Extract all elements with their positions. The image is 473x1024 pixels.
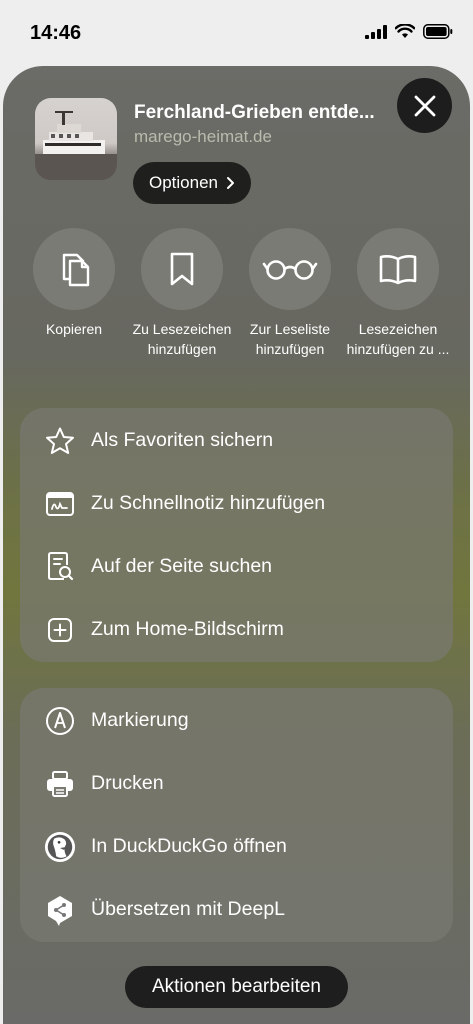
- page-domain: marego-heimat.de: [134, 127, 272, 146]
- bookmark-action-circle[interactable]: [141, 228, 223, 310]
- deepl-icon: [48, 895, 72, 926]
- copy-action-circle[interactable]: [33, 228, 115, 310]
- add-bookmark-to-action[interactable]: Lesezeichen hinzufügen zu ...: [344, 228, 452, 359]
- quicknote-icon-wrap: [44, 488, 76, 520]
- copy-action[interactable]: Kopieren: [20, 228, 128, 339]
- menu-item-print[interactable]: Drucken: [20, 752, 453, 815]
- bookmark-label: Zu Lesezeichen hinzufügen: [132, 321, 232, 357]
- close-icon: [414, 95, 435, 116]
- chevron-right-icon: [227, 177, 234, 189]
- menu-item-duckduckgo[interactable]: In DuckDuckGo öffnen: [20, 815, 453, 878]
- menu-group-extensions: Markierung Drucken In DuckDuckGo öffnen …: [20, 688, 453, 942]
- menu-item-deepl-label: Übersetzen mit DeepL: [91, 898, 286, 920]
- printer-icon-wrap: [44, 768, 76, 800]
- action-row: Kopieren Zu Lesezeichen hinzufügen Zur L…: [3, 228, 470, 388]
- markup-icon-wrap: [44, 705, 76, 737]
- cellular-signal-icon: [365, 24, 387, 39]
- status-bar: 14:46: [0, 0, 473, 60]
- find-on-page-icon: [48, 551, 74, 580]
- menu-item-quicknote-label: Zu Schnellnotiz hinzufügen: [91, 492, 326, 514]
- markup-icon: [46, 706, 74, 735]
- menu-group-primary: Als Favoriten sichern Zu Schnellnotiz hi…: [20, 408, 453, 662]
- star-icon-wrap: [44, 425, 76, 457]
- menu-item-home-screen-label: Zum Home-Bildschirm: [91, 618, 284, 640]
- menu-item-markup-label: Markierung: [91, 709, 189, 731]
- bookmark-action[interactable]: Zu Lesezeichen hinzufügen: [128, 228, 236, 359]
- menu-item-duckduckgo-label: In DuckDuckGo öffnen: [91, 835, 287, 857]
- add-bookmark-to-label: Lesezeichen hinzufügen zu ...: [346, 321, 450, 357]
- bookmark-icon: [170, 252, 194, 286]
- wifi-icon: [395, 24, 415, 38]
- battery-icon: [423, 24, 453, 39]
- options-label: Optionen: [149, 173, 218, 192]
- status-icons: [365, 24, 453, 39]
- options-button[interactable]: Optionen: [133, 162, 251, 204]
- status-time: 14:46: [30, 22, 82, 44]
- duckduckgo-icon-wrap: [44, 831, 76, 863]
- find-icon-wrap: [44, 551, 76, 583]
- menu-item-home-screen[interactable]: Zum Home-Bildschirm: [20, 598, 453, 661]
- copy-label: Kopieren: [45, 321, 103, 337]
- star-icon: [46, 427, 74, 454]
- add-bookmark-to-action-circle[interactable]: [357, 228, 439, 310]
- menu-item-quicknote[interactable]: Zu Schnellnotiz hinzufügen: [20, 472, 453, 535]
- page-thumbnail: [35, 98, 117, 180]
- menu-item-favorites[interactable]: Als Favoriten sichern: [20, 409, 453, 472]
- printer-icon: [47, 770, 73, 797]
- reading-list-label: Zur Leseliste hinzufügen: [249, 321, 331, 357]
- page-title: Ferchland-Grieben entde...: [134, 102, 375, 123]
- deepl-icon-wrap: [44, 894, 76, 926]
- close-button[interactable]: [397, 78, 452, 133]
- menu-item-markup[interactable]: Markierung: [20, 689, 453, 752]
- edit-actions-button[interactable]: Aktionen bearbeiten: [125, 966, 348, 1008]
- menu-item-find-on-page[interactable]: Auf der Seite suchen: [20, 535, 453, 598]
- menu-item-favorites-label: Als Favoriten sichern: [91, 429, 274, 451]
- menu-item-deepl[interactable]: Übersetzen mit DeepL: [20, 878, 453, 941]
- share-sheet: Ferchland-Grieben entde... marego-heimat…: [3, 66, 470, 1024]
- duckduckgo-icon: [44, 831, 76, 862]
- add-square-icon-wrap: [44, 614, 76, 646]
- copy-icon: [62, 253, 90, 287]
- book-icon: [379, 255, 417, 285]
- edit-actions-label: Aktionen bearbeiten: [151, 976, 321, 997]
- reading-list-action[interactable]: Zur Leseliste hinzufügen: [236, 228, 344, 359]
- reading-list-action-circle[interactable]: [249, 228, 331, 310]
- menu-item-print-label: Drucken: [91, 772, 164, 794]
- add-square-icon: [48, 617, 72, 642]
- quicknote-icon: [46, 491, 74, 516]
- menu-item-find-on-page-label: Auf der Seite suchen: [91, 555, 273, 577]
- glasses-icon: [262, 260, 318, 280]
